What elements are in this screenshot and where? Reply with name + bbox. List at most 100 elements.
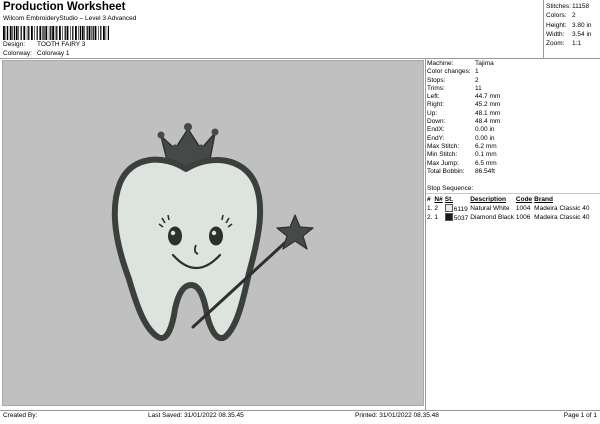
col-needle: N# bbox=[434, 196, 443, 203]
info-label: EndX: bbox=[427, 126, 445, 134]
info-value: 11 bbox=[475, 84, 482, 92]
info-row: Down: 48.4 mm bbox=[427, 118, 500, 126]
col-index: # bbox=[427, 196, 431, 203]
color-swatch bbox=[444, 204, 453, 212]
colorway-row: Colorway: Colorway 1 bbox=[3, 50, 70, 57]
printed-date: Printed: 31/01/2022 08.35.48 bbox=[355, 412, 439, 419]
stat-row: Height: 3.80 in bbox=[546, 21, 592, 30]
info-row: EndY: 0.00 in bbox=[427, 135, 500, 143]
info-row: Machine: Tajima bbox=[427, 60, 500, 68]
info-label: EndY: bbox=[427, 134, 445, 142]
stop-sequence-table: # N# St. Description Code Brand 1. 2 6119 N… bbox=[427, 195, 591, 222]
tooth-body bbox=[111, 156, 264, 341]
needle-number: 2 bbox=[434, 205, 439, 212]
info-value: 6.2 mm bbox=[475, 142, 497, 150]
col-stitches: St. bbox=[444, 196, 454, 203]
info-label: Color changes: bbox=[427, 68, 471, 76]
stat-row: Width: 3.54 in bbox=[546, 30, 592, 39]
info-value: 0.00 in bbox=[475, 126, 495, 134]
info-row: Max Stitch: 6.2 mm bbox=[427, 143, 500, 151]
stop-sequence-label: Stop Sequence: bbox=[427, 185, 474, 192]
design-label: Design: bbox=[3, 41, 26, 48]
info-row: Stops: 2 bbox=[427, 77, 500, 85]
info-label: Max Jump: bbox=[427, 159, 459, 167]
info-row: Up: 48.1 mm bbox=[427, 110, 500, 118]
info-label: Machine: bbox=[427, 60, 454, 67]
info-value: 6.5 mm bbox=[475, 159, 497, 167]
machine-info: Machine: Tajima Color changes: 1 Stops: 2 Trim… bbox=[427, 60, 500, 176]
stitch-count: 6119 bbox=[444, 204, 470, 213]
info-label: Min Stitch: bbox=[427, 151, 458, 159]
crown-jewel bbox=[172, 144, 178, 150]
col-brand: Brand bbox=[534, 196, 553, 203]
info-label: Total Bobbin: bbox=[427, 167, 465, 175]
stat-label: Width: bbox=[546, 30, 565, 38]
crown-jewel bbox=[184, 123, 192, 131]
barcode-image bbox=[3, 26, 109, 40]
info-row: Left: 44.7 mm bbox=[427, 93, 500, 101]
colorway-value: Colorway 1 bbox=[37, 50, 70, 57]
stitch-count-text: 6119 bbox=[453, 206, 468, 213]
info-value: 86.54ft bbox=[475, 167, 495, 175]
thread-code: 1006 bbox=[515, 214, 531, 221]
design-value: TOOTH FAIRY 3 bbox=[37, 41, 86, 48]
crown-jewel bbox=[157, 131, 165, 139]
stat-value: 11158 bbox=[572, 3, 590, 10]
stat-label: Zoom: bbox=[546, 40, 565, 48]
colorway-label: Colorway: bbox=[3, 50, 32, 57]
created-by: Created By: bbox=[3, 412, 38, 419]
stop-index: 2. bbox=[427, 214, 433, 221]
stat-row: Colors: 2 bbox=[546, 11, 592, 20]
right-eye bbox=[209, 226, 223, 246]
stop-row: 1. 2 6119 Natural White 1004 Madeira Classic … bbox=[427, 204, 591, 213]
stat-label: Colors: bbox=[546, 12, 567, 20]
crown-jewel bbox=[198, 144, 204, 150]
info-value: 0.00 in bbox=[475, 134, 495, 142]
thread-code: 1004 bbox=[515, 205, 531, 212]
software-subtitle: Wilcom EmbroideryStudio – Level 3 Advanc… bbox=[3, 15, 137, 22]
stitch-count-text: 5037 bbox=[453, 215, 469, 222]
stat-value: 3.54 in bbox=[572, 30, 592, 38]
thread-brand: Madeira Classic 40 bbox=[534, 214, 590, 221]
crown-jewel bbox=[211, 128, 219, 136]
thread-brand: Madeira Classic 40 bbox=[534, 205, 590, 212]
thread-description: Diamond Black bbox=[470, 214, 514, 221]
stat-row: Zoom: 1:1 bbox=[546, 39, 592, 48]
stop-row: 2. 1 5037 Diamond Black 1006 Madeira Classic … bbox=[427, 213, 591, 222]
info-label: Right: bbox=[427, 101, 444, 109]
col-code: Code bbox=[515, 196, 533, 203]
needle-number: 1 bbox=[434, 214, 439, 221]
stat-label: Height: bbox=[546, 21, 567, 29]
info-label: Down: bbox=[427, 118, 446, 126]
info-label: Max Stitch: bbox=[427, 142, 460, 150]
info-row: EndX: 0.00 in bbox=[427, 126, 500, 134]
header-divider bbox=[0, 58, 600, 59]
stat-label: Stitches: bbox=[546, 3, 571, 10]
stops-divider bbox=[426, 193, 600, 194]
eye-highlight bbox=[211, 230, 217, 236]
info-label: Up: bbox=[427, 109, 438, 117]
left-eye bbox=[168, 226, 182, 246]
info-row: Color changes: 1 bbox=[427, 68, 500, 76]
stat-value: 3.80 in bbox=[572, 21, 592, 29]
tooth-fairy-embroidery-image bbox=[111, 123, 314, 341]
design-row: Design: TOOTH FAIRY 3 bbox=[3, 41, 85, 48]
info-value: 48.4 mm bbox=[475, 118, 501, 126]
worksheet-title: Production Worksheet bbox=[3, 1, 126, 13]
panel-divider bbox=[425, 58, 426, 410]
stat-value: 1:1 bbox=[572, 40, 582, 48]
stat-row: Stitches:11158 bbox=[546, 2, 592, 11]
footer: Created By: Last Saved: 31/01/2022 08.35… bbox=[0, 410, 600, 424]
info-row: Max Jump: 6.5 mm bbox=[427, 160, 500, 168]
color-swatch bbox=[444, 213, 453, 221]
info-label: Left: bbox=[427, 93, 440, 101]
info-value: 2 bbox=[475, 76, 479, 84]
design-stats: Stitches:11158 Colors: 2 Height: 3.80 in W… bbox=[546, 2, 592, 48]
stitch-count: 5037 bbox=[444, 213, 470, 222]
info-value: 1 bbox=[475, 68, 479, 76]
info-value: 0.1 mm bbox=[475, 151, 497, 159]
info-value: Tajima bbox=[475, 60, 494, 67]
info-label: Trims: bbox=[427, 84, 445, 92]
stop-index: 1. bbox=[427, 205, 433, 212]
info-value: 48.1 mm bbox=[475, 109, 501, 117]
